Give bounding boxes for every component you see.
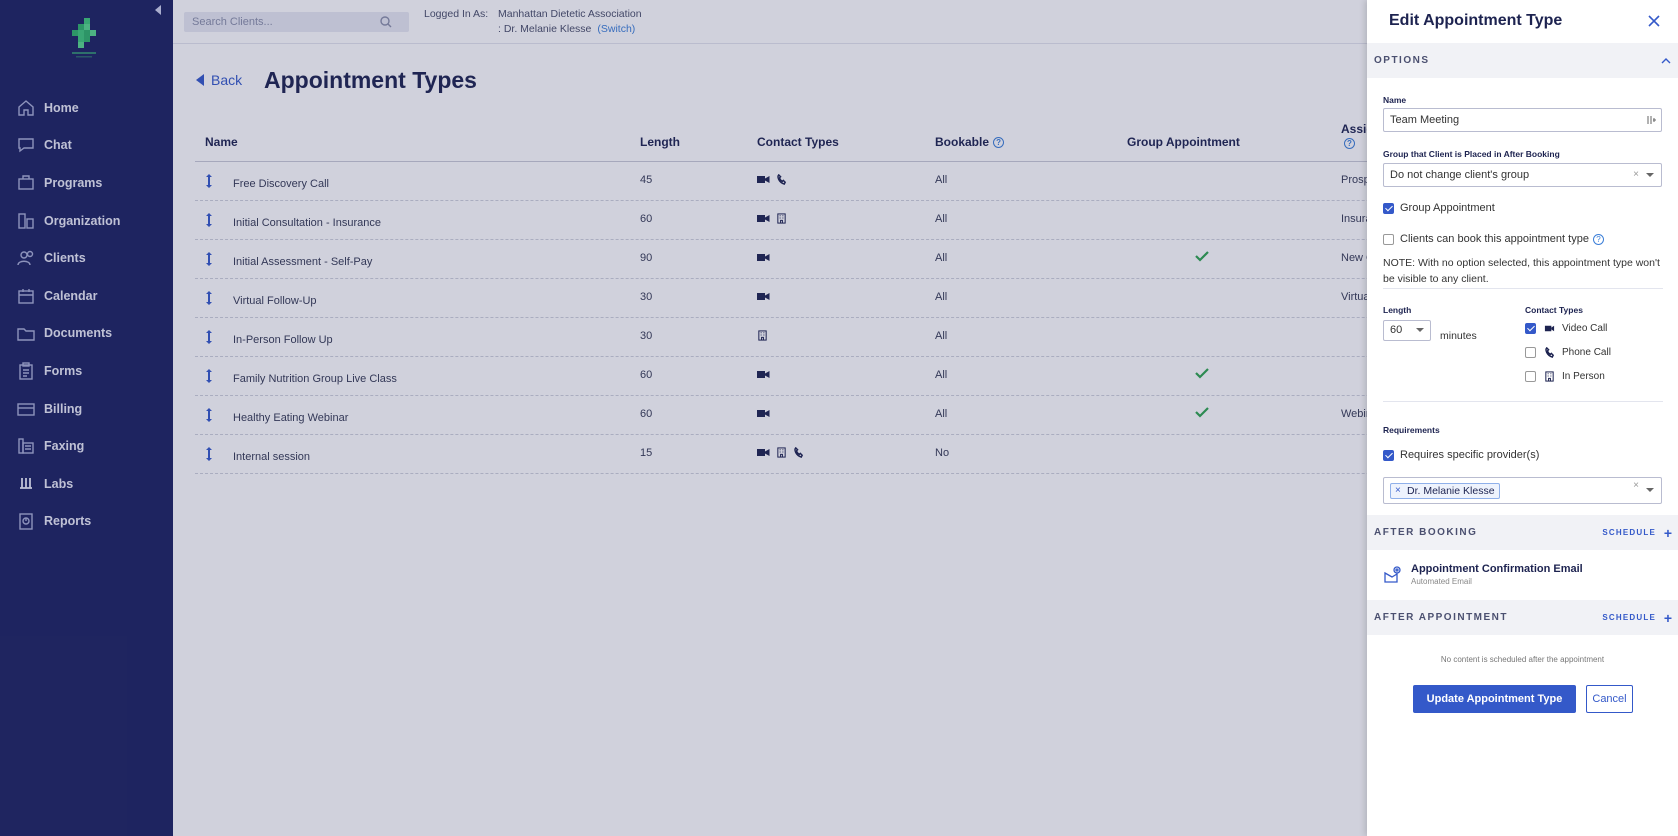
close-icon[interactable] xyxy=(1646,13,1662,29)
chevron-down-icon[interactable] xyxy=(1646,173,1654,177)
chevron-up-icon[interactable] xyxy=(1660,55,1672,67)
minutes-label: minutes xyxy=(1440,330,1477,342)
length-select-value: 60 xyxy=(1390,324,1403,336)
drawer-title: Edit Appointment Type xyxy=(1389,12,1563,29)
name-field[interactable]: Team Meeting xyxy=(1383,108,1662,132)
group-select-value: Do not change client's group xyxy=(1390,169,1530,181)
divider xyxy=(1383,288,1663,289)
checkbox-unchecked[interactable] xyxy=(1525,347,1536,358)
remove-tag-icon[interactable]: × xyxy=(1395,484,1401,498)
group-appointment-checkbox[interactable]: Group Appointment xyxy=(1383,202,1495,214)
group-appointment-label: Group Appointment xyxy=(1400,202,1495,214)
update-appointment-type-button[interactable]: Update Appointment Type xyxy=(1413,685,1576,713)
email-subtitle: Automated Email xyxy=(1411,577,1472,586)
phone-icon xyxy=(1545,347,1555,358)
contact-type-phone[interactable]: Phone Call xyxy=(1525,347,1611,358)
plus-icon[interactable]: + xyxy=(1664,526,1672,540)
checkbox-checked[interactable] xyxy=(1383,449,1394,461)
after-booking-label: AFTER BOOKING xyxy=(1374,527,1478,538)
empty-schedule-message: No content is scheduled after the appoin… xyxy=(1440,655,1605,664)
provider-tag[interactable]: × Dr. Melanie Klesse xyxy=(1390,483,1500,499)
name-field-value: Team Meeting xyxy=(1390,114,1460,126)
cancel-button[interactable]: Cancel xyxy=(1586,685,1633,713)
options-section-header[interactable]: OPTIONS xyxy=(1367,43,1678,78)
edit-appointment-drawer: Edit Appointment Type OPTIONS Name Team … xyxy=(1367,0,1678,836)
name-label: Name xyxy=(1383,95,1407,105)
contact-type-label: Phone Call xyxy=(1562,347,1611,358)
chevron-down-icon[interactable] xyxy=(1646,488,1654,492)
clear-icon[interactable]: × xyxy=(1633,164,1639,186)
contact-type-label: Video Call xyxy=(1562,323,1608,334)
contact-type-video[interactable]: Video Call xyxy=(1525,323,1607,334)
email-settings-icon xyxy=(1384,566,1401,583)
contact-types-label: Contact Types xyxy=(1525,305,1583,315)
chevron-down-icon[interactable] xyxy=(1416,328,1424,332)
visibility-note: NOTE: With no option selected, this appo… xyxy=(1383,257,1660,285)
requirements-label: Requirements xyxy=(1383,425,1440,435)
requires-provider-checkbox[interactable]: Requires specific provider(s) xyxy=(1383,449,1539,461)
divider xyxy=(1383,401,1663,402)
provider-multiselect[interactable]: × Dr. Melanie Klesse × xyxy=(1383,477,1662,504)
length-label: Length xyxy=(1383,305,1412,315)
video-icon xyxy=(1544,325,1555,332)
group-select[interactable]: Do not change client's group × xyxy=(1383,163,1662,187)
schedule-after-booking-button[interactable]: SCHEDULE xyxy=(1602,515,1656,550)
clients-can-book-label: Clients can book this appointment type xyxy=(1400,233,1589,245)
email-title: Appointment Confirmation Email xyxy=(1411,563,1583,575)
checkbox-unchecked[interactable] xyxy=(1525,371,1536,382)
clients-can-book-checkbox[interactable]: Clients can book this appointment type ? xyxy=(1383,233,1604,245)
building-icon xyxy=(1545,371,1554,382)
schedule-after-appointment-button[interactable]: SCHEDULE xyxy=(1602,600,1656,635)
checkbox-checked[interactable] xyxy=(1525,323,1536,334)
help-icon[interactable]: ? xyxy=(1592,233,1604,245)
contact-type-label: In Person xyxy=(1562,371,1605,382)
checkbox-unchecked[interactable] xyxy=(1383,233,1394,245)
clear-icon[interactable]: × xyxy=(1633,480,1639,491)
after-booking-section-header: AFTER BOOKING SCHEDULE + xyxy=(1367,515,1678,550)
field-menu-icon[interactable] xyxy=(1645,114,1657,126)
checkbox-checked[interactable] xyxy=(1383,202,1394,214)
confirmation-email-item[interactable]: Appointment Confirmation Email Automated… xyxy=(1383,563,1583,586)
options-label: OPTIONS xyxy=(1374,55,1430,66)
provider-tag-label: Dr. Melanie Klesse xyxy=(1407,485,1495,497)
group-label: Group that Client is Placed in After Boo… xyxy=(1383,149,1560,159)
length-select[interactable]: 60 xyxy=(1383,320,1431,341)
modal-backdrop[interactable] xyxy=(0,0,1367,836)
contact-type-in-person[interactable]: In Person xyxy=(1525,371,1605,382)
requires-provider-label: Requires specific provider(s) xyxy=(1400,449,1540,461)
after-appointment-section-header: AFTER APPOINTMENT SCHEDULE + xyxy=(1367,600,1678,635)
plus-icon[interactable]: + xyxy=(1664,611,1672,625)
after-appointment-label: AFTER APPOINTMENT xyxy=(1374,612,1509,623)
